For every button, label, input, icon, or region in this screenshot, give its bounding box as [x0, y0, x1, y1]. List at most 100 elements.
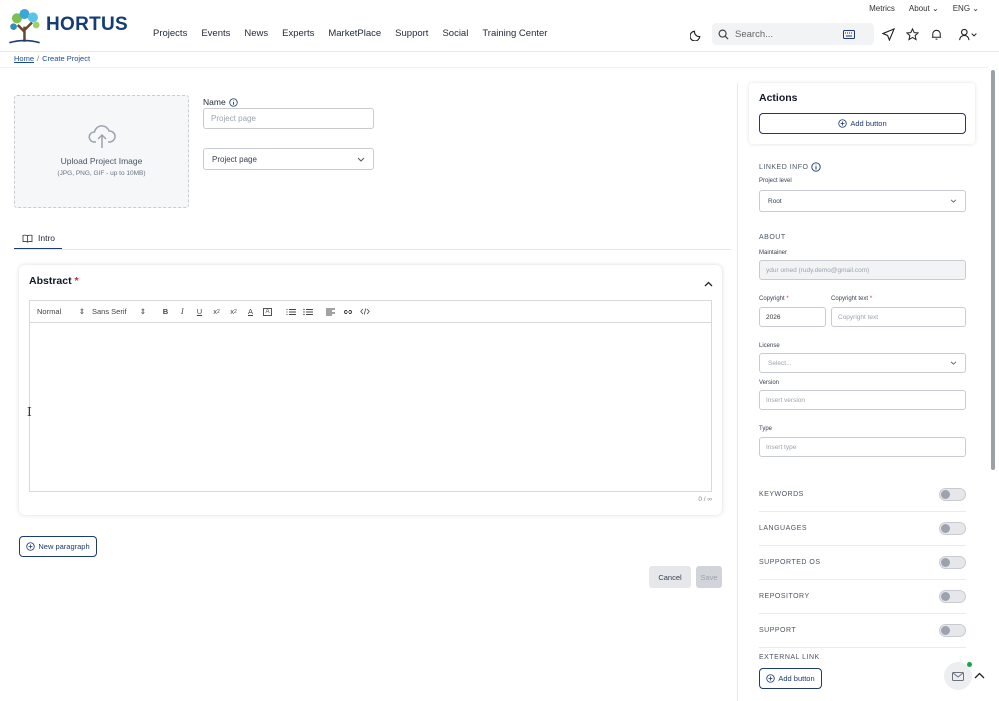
page-type-select[interactable]: Project page — [203, 148, 374, 170]
name-label-text: Name — [203, 97, 226, 107]
nav-social[interactable]: Social — [442, 28, 468, 39]
user-menu-icon[interactable] — [957, 26, 979, 42]
breadcrumb-separator: / — [37, 54, 40, 63]
type-label: Type — [759, 426, 773, 432]
support-row: SUPPORT — [759, 614, 966, 648]
chevron-up-icon[interactable] — [704, 278, 713, 290]
keywords-label: KEYWORDS — [759, 491, 804, 498]
supported-os-toggle[interactable] — [939, 556, 966, 569]
type-input[interactable] — [759, 437, 966, 457]
bold-icon[interactable]: B — [158, 304, 173, 319]
name-input[interactable] — [203, 108, 374, 129]
cancel-button[interactable]: Cancel — [649, 566, 691, 588]
tab-intro[interactable]: Intro — [14, 228, 62, 250]
ordered-list-icon[interactable] — [283, 304, 298, 319]
nav-support[interactable]: Support — [395, 28, 428, 39]
abstract-card: Abstract * Normal ⇕ Sans Serif ⇕ B I U x2 … — [19, 265, 722, 515]
add-external-link-button[interactable]: Add button — [759, 668, 822, 689]
plus-circle-icon — [838, 119, 848, 128]
keywords-toggle[interactable] — [939, 488, 966, 501]
required-mark: * — [74, 275, 79, 287]
maintainer-label: Maintainer — [759, 250, 788, 256]
add-action-button[interactable]: Add button — [759, 113, 966, 134]
nav-experts[interactable]: Experts — [282, 28, 314, 39]
keyboard-icon[interactable] — [843, 29, 855, 39]
nav-news[interactable]: News — [244, 28, 268, 39]
star-icon[interactable] — [904, 26, 920, 42]
copyright-label: Copyright * — [759, 296, 789, 302]
hortus-logo[interactable]: HORTUS — [6, 3, 128, 47]
chevron-down-icon — [950, 199, 957, 203]
sidebar-divider — [737, 83, 738, 701]
repository-row: REPOSITORY — [759, 580, 966, 614]
version-input[interactable] — [759, 390, 966, 410]
font-select[interactable]: Sans Serif ⇕ — [92, 307, 146, 316]
support-toggle[interactable] — [939, 624, 966, 637]
copyright-year-input[interactable] — [759, 307, 826, 327]
character-counter: 0 / ∞ — [698, 496, 712, 503]
upload-title: Upload Project Image — [60, 156, 143, 166]
abstract-title: Abstract * — [29, 275, 79, 287]
format-select[interactable]: Normal ⇕ — [37, 307, 85, 316]
license-select[interactable]: Select... — [759, 353, 966, 373]
upload-project-image[interactable]: Upload Project Image (JPG, PNG, GIF - up… — [14, 95, 189, 208]
copyright-text-label: Copyright text * — [831, 296, 872, 302]
linked-info-text: LINKED INFO — [759, 163, 809, 171]
select-arrows-icon: ⇕ — [139, 307, 146, 316]
subscript-icon[interactable]: x2 — [209, 304, 224, 319]
divider — [0, 67, 988, 68]
project-level-label: Project level — [759, 178, 792, 184]
abstract-editor[interactable] — [29, 322, 712, 492]
repository-toggle[interactable] — [939, 590, 966, 603]
background-color-icon[interactable]: A — [260, 304, 275, 319]
plus-circle-icon — [26, 542, 36, 551]
nav-projects[interactable]: Projects — [153, 28, 187, 39]
copyright-label-text: Copyright — [759, 296, 785, 302]
scrollbar-thumb[interactable] — [991, 70, 995, 470]
italic-icon[interactable]: I — [175, 304, 190, 319]
search-icon — [718, 29, 729, 40]
info-icon[interactable] — [811, 162, 822, 172]
breadcrumb-home[interactable]: Home — [14, 54, 34, 63]
languages-toggle[interactable] — [939, 522, 966, 535]
text-color-icon[interactable]: A — [243, 304, 258, 319]
maintainer-field — [759, 260, 966, 280]
copyright-text-label-text: Copyright text — [831, 296, 869, 302]
actions-title: Actions — [759, 92, 798, 104]
new-paragraph-button[interactable]: New paragraph — [19, 536, 97, 557]
book-icon — [22, 234, 33, 243]
project-level-select[interactable]: Root — [759, 190, 966, 212]
editor-toolbar: Normal ⇕ Sans Serif ⇕ B I U x2 x2 A A — [29, 300, 712, 322]
license-placeholder: Select... — [768, 359, 792, 367]
underline-icon[interactable]: U — [192, 304, 207, 319]
logo-text: HORTUS — [45, 14, 128, 35]
bullet-list-icon[interactable] — [300, 304, 315, 319]
upload-hint: (JPG, PNG, GIF - up to 10MB) — [57, 170, 146, 177]
chevron-up-icon[interactable] — [974, 670, 985, 682]
save-button[interactable]: Save — [696, 566, 722, 588]
align-icon[interactable] — [323, 304, 338, 319]
info-icon[interactable] — [229, 97, 238, 107]
dark-mode-moon-icon[interactable] — [688, 26, 704, 42]
code-icon[interactable] — [357, 304, 372, 319]
main-nav: Projects Events News Experts MarketPlace… — [153, 28, 547, 39]
superscript-icon[interactable]: x2 — [226, 304, 241, 319]
languages-label: LANGUAGES — [759, 525, 808, 532]
name-label: Name — [203, 97, 238, 107]
nav-marketplace[interactable]: MarketPlace — [328, 28, 381, 39]
search-input[interactable] — [735, 28, 843, 40]
link-icon[interactable] — [340, 304, 355, 319]
plus-circle-icon — [766, 674, 776, 683]
bell-icon[interactable] — [928, 26, 944, 42]
chevron-down-icon — [950, 361, 957, 365]
nav-events[interactable]: Events — [201, 28, 230, 39]
nav-training-center[interactable]: Training Center — [482, 28, 547, 39]
send-icon[interactable] — [880, 26, 896, 42]
language-menu[interactable]: ENG ⌄ — [953, 4, 979, 13]
about-menu[interactable]: About ⌄ — [909, 4, 939, 13]
metrics-link[interactable]: Metrics — [869, 4, 895, 13]
copyright-text-input[interactable] — [831, 307, 966, 327]
cloud-upload-icon — [15, 123, 188, 152]
about-heading: ABOUT — [759, 234, 786, 241]
page-scrollbar[interactable] — [988, 52, 999, 701]
